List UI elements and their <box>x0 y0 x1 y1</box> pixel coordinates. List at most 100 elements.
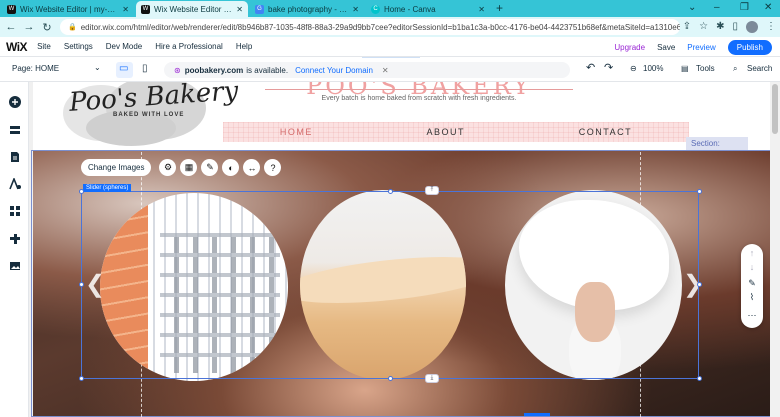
tools-button[interactable]: Tools <box>696 64 715 73</box>
menu-hire-professional[interactable]: Hire a Professional <box>155 42 223 51</box>
stretch-top-icon[interactable]: ⤒ <box>425 186 439 195</box>
google-favicon-icon: G <box>255 4 264 14</box>
search-button[interactable]: Search <box>747 64 772 73</box>
site-header[interactable]: Poo's Bakery BAKED WITH LOVE POO'S BAKER… <box>33 82 770 150</box>
wix-logo[interactable]: WiX <box>6 40 28 54</box>
left-tool-rail <box>0 82 29 417</box>
add-section-icon[interactable] <box>8 123 21 136</box>
close-icon[interactable]: ✕ <box>122 5 129 14</box>
change-images-button[interactable]: Change Images <box>81 159 152 176</box>
nav-item-contact[interactable]: CONTACT <box>579 127 632 137</box>
address-bar: ← → ↻ 🔒 editor.wix.com/html/editor/web/r… <box>0 17 780 37</box>
reload-icon[interactable]: ↻ <box>40 21 54 34</box>
move-up-icon[interactable]: ↑ <box>745 248 759 258</box>
menu-site[interactable]: Site <box>37 42 51 51</box>
stretch-bottom-icon[interactable]: ⤓ <box>425 374 439 383</box>
brush-icon[interactable]: ⌇ <box>745 292 759 303</box>
lock-icon: 🔒 <box>68 24 77 31</box>
back-icon[interactable]: ← <box>4 21 18 33</box>
url-input[interactable]: 🔒 editor.wix.com/html/editor/web/rendere… <box>60 19 680 35</box>
section-label[interactable]: Section: Untitled <box>686 137 748 161</box>
close-icon[interactable]: ✕ <box>382 66 389 75</box>
site-nav: HOME ABOUT CONTACT <box>223 122 689 142</box>
close-icon[interactable]: ✕ <box>352 5 359 14</box>
undo-icon[interactable]: ↶ <box>586 61 595 74</box>
resize-handle[interactable] <box>79 189 84 194</box>
scrollbar-thumb[interactable] <box>772 84 778 134</box>
publish-button[interactable]: Publish <box>727 40 772 55</box>
browser-tab[interactable]: W Wix Website Editor | my-site-1 ✕ <box>2 1 134 17</box>
slide-image-building[interactable] <box>100 193 288 381</box>
pencil-icon[interactable]: ✎ <box>745 278 759 289</box>
chevron-left-icon[interactable]: ❮ <box>85 270 105 299</box>
resize-handle[interactable] <box>697 189 702 194</box>
chevron-down-icon[interactable]: ⌄ <box>94 63 101 72</box>
resize-handle[interactable] <box>388 376 393 381</box>
wix-favicon-icon: W <box>141 4 150 14</box>
maximize-icon[interactable]: ❐ <box>740 0 749 16</box>
design-brush-icon[interactable]: ✎ <box>201 159 219 176</box>
avatar[interactable] <box>746 21 758 33</box>
search-icon: ⌕ <box>733 64 738 73</box>
animation-icon[interactable]: ◐ <box>222 159 240 176</box>
menu-settings[interactable]: Settings <box>64 42 93 51</box>
media-icon[interactable] <box>8 259 21 272</box>
star-icon[interactable]: ☆ <box>699 19 708 35</box>
nav-item-about[interactable]: ABOUT <box>427 127 466 137</box>
nav-item-home[interactable]: HOME <box>280 127 313 137</box>
settings-gear-icon[interactable]: ⚙ <box>159 159 177 176</box>
help-icon[interactable]: ? <box>264 159 282 176</box>
theme-icon[interactable] <box>8 177 21 190</box>
resize-handle[interactable] <box>79 376 84 381</box>
upgrade-button[interactable]: Upgrade <box>614 43 645 52</box>
preview-button[interactable]: Preview <box>687 43 715 52</box>
save-button[interactable]: Save <box>657 43 675 52</box>
desktop-icon: ▭ <box>119 63 129 74</box>
pages-icon[interactable] <box>8 150 21 163</box>
close-icon[interactable]: ✕ <box>478 5 485 14</box>
tab-label: bake photography - Google Sea <box>268 4 348 14</box>
page-selector[interactable]: Page: HOME <box>12 64 59 73</box>
resize-handle[interactable] <box>697 376 702 381</box>
stretch-icon[interactable]: ↔ <box>243 159 261 176</box>
mobile-icon[interactable]: ▯ <box>142 63 148 74</box>
divider <box>265 89 573 90</box>
tab-label: Wix Website Editor | poobakery <box>154 4 233 14</box>
tab-search-icon[interactable]: ⌄ <box>688 0 696 16</box>
redo-icon[interactable]: ↷ <box>604 61 613 74</box>
business-icon[interactable] <box>8 232 21 245</box>
slide-image-woman[interactable] <box>505 190 682 380</box>
browser-tab-active[interactable]: W Wix Website Editor | poobakery ✕ <box>136 1 248 17</box>
domain-banner: ⊛ poobakery.com is available. Connect Yo… <box>164 62 570 78</box>
close-icon[interactable]: ✕ <box>236 5 243 14</box>
zoom-level[interactable]: 100% <box>643 64 663 73</box>
menu-help[interactable]: Help <box>236 42 252 51</box>
browser-tab[interactable]: C Home - Canva ✕ <box>366 1 490 17</box>
domain-name: poobakery.com <box>184 65 244 75</box>
move-down-icon[interactable]: ↓ <box>745 262 759 272</box>
resize-handle[interactable] <box>697 282 702 287</box>
forward-icon[interactable]: → <box>22 21 36 33</box>
resize-handle[interactable] <box>79 282 84 287</box>
right-quick-dock: ↑ ↓ ✎ ⌇ ⋯ <box>741 244 763 328</box>
add-element-icon[interactable] <box>8 95 21 108</box>
sidepanel-icon[interactable]: ▯ <box>732 19 738 35</box>
slide-image-desert[interactable] <box>300 190 466 380</box>
new-tab-button[interactable]: + <box>496 1 503 16</box>
apps-icon[interactable] <box>8 204 21 217</box>
connect-domain-link[interactable]: Connect Your Domain <box>295 66 373 75</box>
logo-subtitle: BAKED WITH LOVE <box>113 112 185 118</box>
extensions-icon[interactable]: ✱ <box>716 19 724 35</box>
slider-floating-toolbar: Change Images ⚙ ▦ ✎ ◐ ↔ ? <box>81 159 282 176</box>
more-options-icon[interactable]: ⋯ <box>745 310 759 321</box>
kebab-menu-icon[interactable]: ⋮ <box>766 19 776 35</box>
site-tagline[interactable]: Every batch is home baked from scratch w… <box>265 95 573 102</box>
menu-dev-mode[interactable]: Dev Mode <box>106 42 142 51</box>
share-icon[interactable]: ⇪ <box>683 19 691 35</box>
resize-handle[interactable] <box>388 189 393 194</box>
domain-status: is available. <box>246 65 289 75</box>
minimize-icon[interactable]: – <box>714 0 720 16</box>
window-close-icon[interactable]: ✕ <box>764 0 772 16</box>
browser-tab[interactable]: G bake photography - Google Sea ✕ <box>250 1 364 17</box>
layout-icon[interactable]: ▦ <box>180 159 198 176</box>
